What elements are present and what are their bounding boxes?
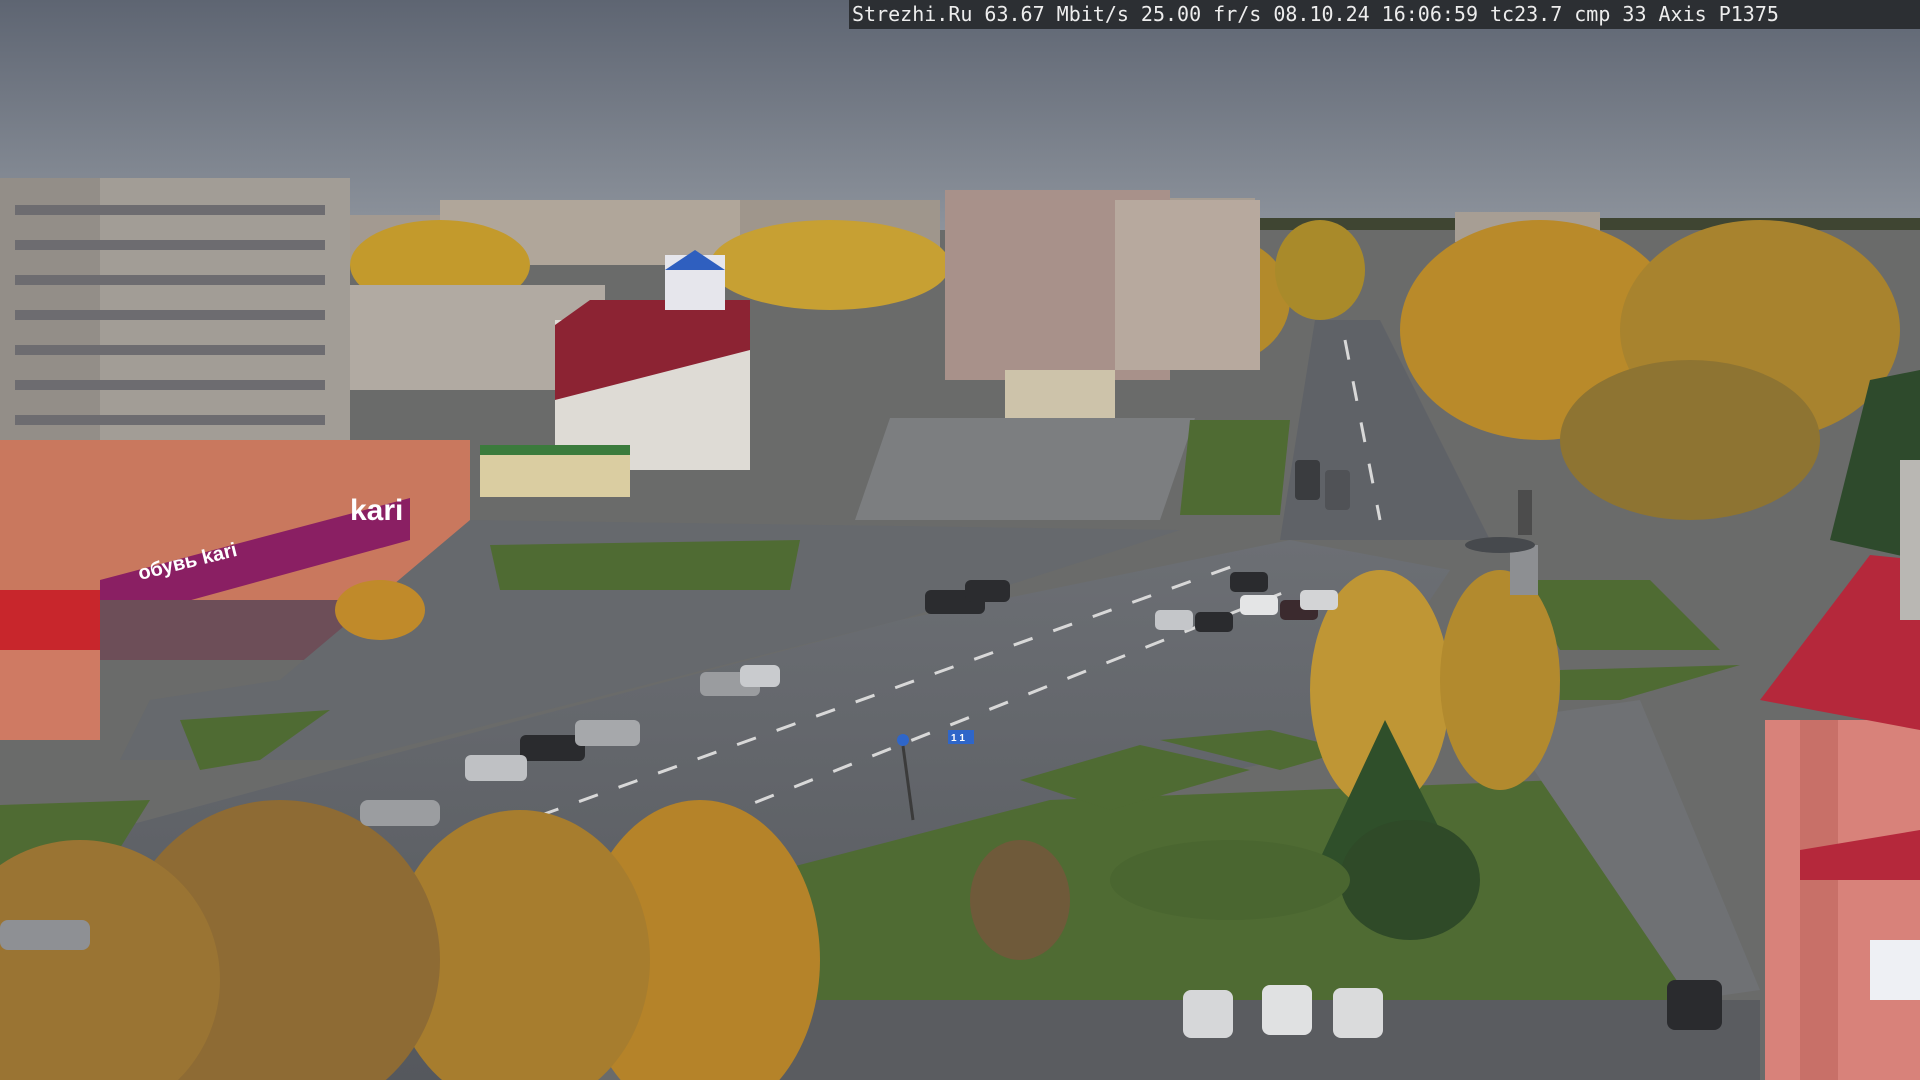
overlay-time: 16:06:59 <box>1381 2 1478 26</box>
camera-overlay-bar: Strezhi.Ru 63.67 Mbit/s 25.00 fr/s 08.10.24… <box>849 0 1920 29</box>
overlay-tc: tc23.7 <box>1490 2 1563 26</box>
overlay-framerate: 25.00 fr/s <box>1140 2 1262 26</box>
overlay-camera: Axis P1375 <box>1658 2 1779 26</box>
parking-bottom <box>760 1000 1760 1080</box>
overlay-date: 08.10.24 <box>1273 2 1370 26</box>
overlay-cmp: cmp 33 <box>1574 2 1647 26</box>
camera-view: kari обувь kari 1 1 <box>0 0 1920 1080</box>
overlay-site: Strezhi.Ru <box>852 2 973 26</box>
plaza <box>855 418 1195 520</box>
overlay-bitrate: 63.67 Mbit/s <box>984 2 1129 26</box>
store-logo: kari <box>350 494 403 527</box>
lane-sign-text: 1 1 <box>951 733 965 744</box>
